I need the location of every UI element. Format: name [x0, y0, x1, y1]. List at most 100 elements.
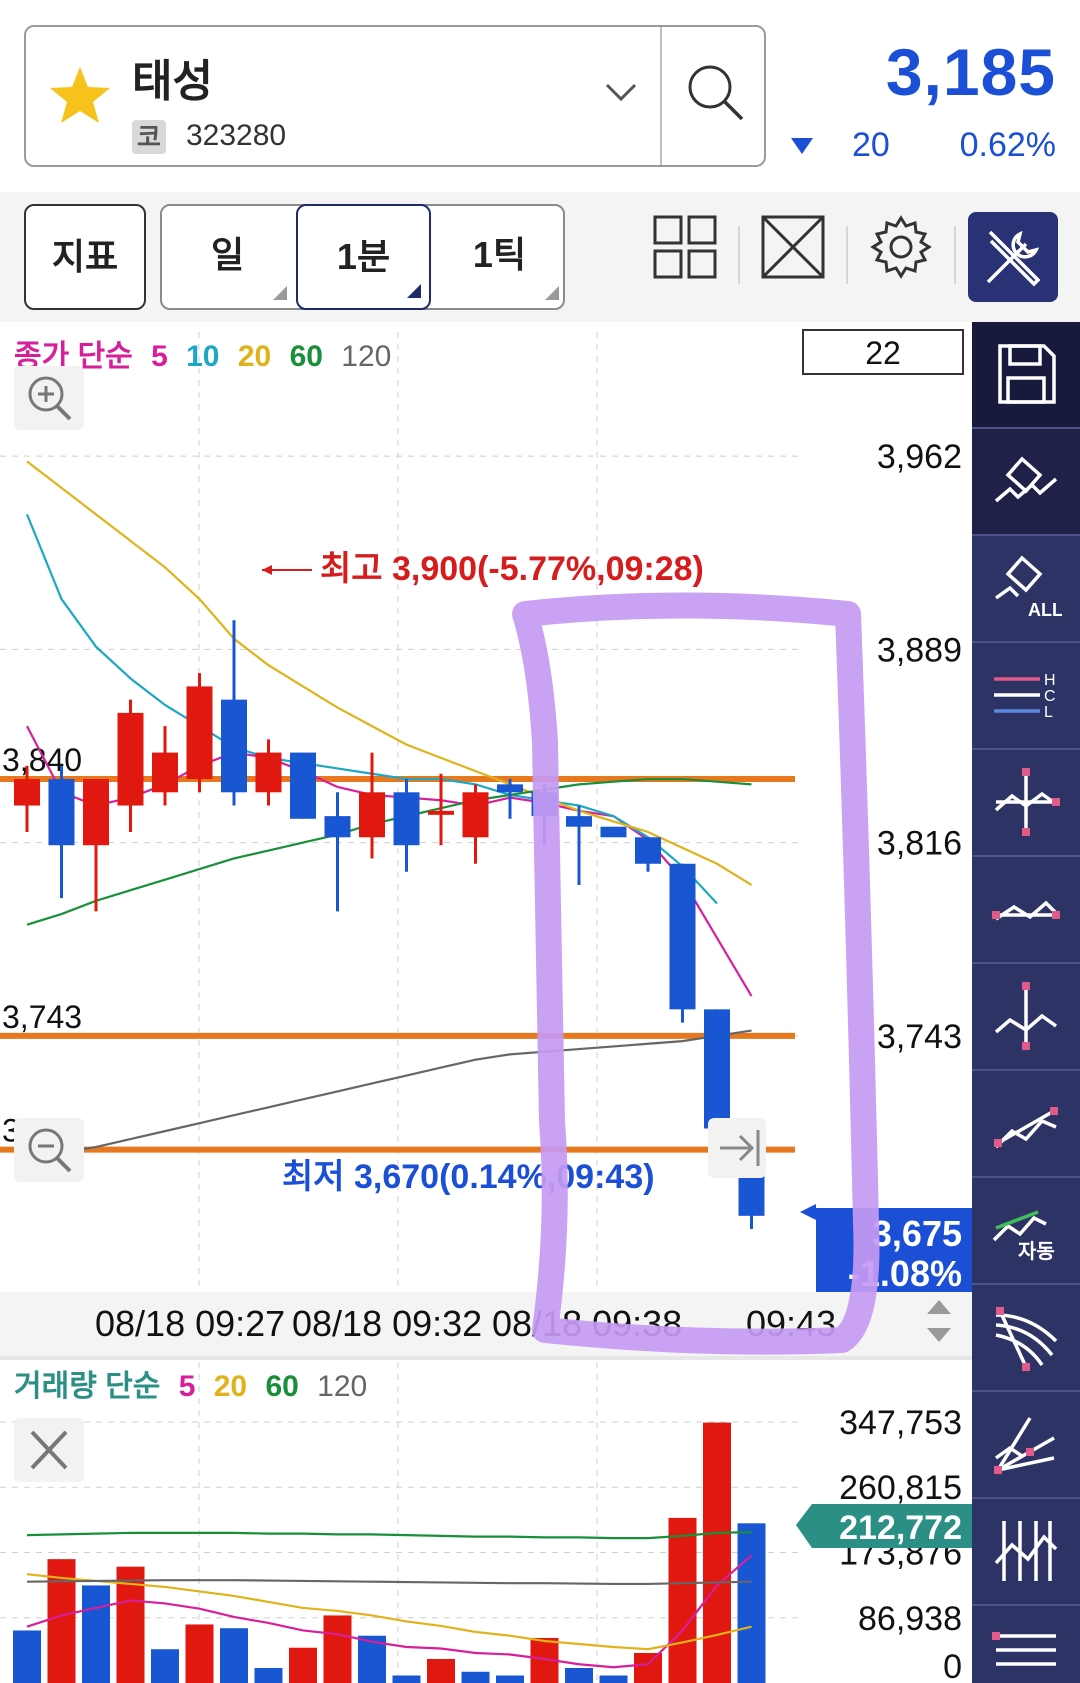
- stock-name: 태성: [132, 57, 213, 106]
- candle-body: [669, 863, 696, 1010]
- stock-selector[interactable]: 태성 코 323280: [24, 25, 766, 167]
- period-1tick-button[interactable]: 1틱: [432, 204, 567, 310]
- speed-line-icon: [994, 1417, 1055, 1474]
- volume-bar: [668, 1517, 697, 1683]
- stock-code: 323280: [186, 119, 287, 152]
- volume-bar: [565, 1667, 593, 1683]
- trendline-tool[interactable]: [972, 1071, 1080, 1178]
- fan-tool[interactable]: [972, 1285, 1080, 1392]
- drawing-tools-button[interactable]: [968, 212, 1058, 302]
- candle-body: [221, 699, 247, 793]
- price-legend-ma20: 20: [238, 340, 271, 373]
- indicator-button[interactable]: 지표: [24, 204, 146, 310]
- gear-icon[interactable]: [866, 212, 936, 282]
- low-annotation: 최저 3,670(0.14%,09:43): [282, 1158, 764, 1196]
- panel-divider[interactable]: [0, 1356, 972, 1360]
- price-legend-ma120: 120: [341, 340, 391, 373]
- eraser-tool[interactable]: [972, 429, 1080, 536]
- price-legend-ma60: 60: [290, 340, 323, 373]
- trend-icon: [992, 900, 1060, 921]
- candle-body: [152, 752, 178, 793]
- crosshair-tool[interactable]: [972, 750, 1080, 857]
- hcl-c-label: C: [1044, 688, 1056, 705]
- period-1tick-label: 1틱: [472, 234, 527, 275]
- hcl-line-tool[interactable]: H C L: [972, 643, 1080, 750]
- candle-body: [566, 816, 592, 827]
- volume-bar: [82, 1585, 110, 1683]
- chevron-down-icon[interactable]: [604, 79, 638, 105]
- price-change: 20: [852, 126, 890, 164]
- vertical-lines-icon: [994, 1521, 1058, 1581]
- eraser-all-label: ALL: [1028, 600, 1062, 620]
- auto-trend-label: 자동: [1018, 1239, 1055, 1263]
- save-button[interactable]: [972, 322, 1080, 429]
- search-button[interactable]: [662, 27, 766, 165]
- volume-bar: [496, 1675, 524, 1683]
- candle-body: [462, 792, 489, 838]
- volume-bar: [599, 1675, 628, 1683]
- candle-count-label: 22: [865, 335, 901, 371]
- divider: [954, 226, 956, 284]
- volume-bar: [323, 1615, 352, 1683]
- volume-bar: [289, 1647, 317, 1683]
- volume-legend-ma5: 5: [179, 1370, 196, 1403]
- volume-bar: [427, 1658, 455, 1683]
- horizontal-lines-tool[interactable]: [972, 1606, 1080, 1683]
- candle-body: [186, 686, 213, 780]
- high-annotation-label: 최고 3,900(-5.77%,09:28): [320, 550, 704, 588]
- volume-bar: [461, 1671, 490, 1683]
- candle-body: [497, 784, 523, 793]
- auto-trend-icon: 자동: [992, 1210, 1055, 1263]
- auto-trend-tool[interactable]: 자동: [972, 1178, 1080, 1285]
- scroll-latest-button[interactable]: [708, 1118, 766, 1178]
- period-1min-button[interactable]: 1분: [296, 204, 431, 310]
- volume-bar: [703, 1422, 731, 1683]
- price-y-axis: 3,962 3,889 3,816 3,743: [877, 438, 962, 1056]
- volume-y-tick: 260,815: [839, 1469, 962, 1507]
- drawing-tool-panel: ALL H C L 자동: [972, 322, 1080, 1683]
- speed-line-tool[interactable]: [972, 1392, 1080, 1499]
- market-badge: 코: [132, 120, 166, 154]
- save-icon: [998, 344, 1056, 404]
- volume-bar: [151, 1649, 179, 1683]
- candle-body: [359, 792, 385, 838]
- star-icon[interactable]: [48, 63, 112, 127]
- hcl-l-label: L: [1044, 704, 1053, 721]
- fullscreen-icon[interactable]: [758, 212, 828, 282]
- fan-icon: [995, 1307, 1058, 1371]
- price-change-rate: 0.62%: [959, 126, 1056, 164]
- chart-toolbar: 지표 일 1분 1틱: [0, 192, 1080, 322]
- candle-body: [290, 752, 316, 819]
- horizontal-lines-icon: [992, 1632, 1056, 1666]
- low-annotation-label: 최저 3,670(0.14%,09:43): [282, 1158, 655, 1196]
- horizontal-line-tool[interactable]: [972, 857, 1080, 964]
- corner-triangle-icon: [407, 284, 421, 298]
- layout-grid-icon[interactable]: [650, 212, 720, 282]
- highlight-box: [512, 592, 880, 1355]
- vertical-line-tool[interactable]: [972, 964, 1080, 1071]
- close-icon[interactable]: [14, 1418, 84, 1482]
- volume-legend-ma60: 60: [265, 1370, 298, 1403]
- zoom-in-icon[interactable]: [14, 366, 84, 430]
- current-volume-label: 212,772: [839, 1509, 962, 1547]
- volume-ma-line-60: [26, 1531, 752, 1540]
- chart-canvas[interactable]: 3,8403,7433,700 종가 단순 5 10 20 60 120 22 …: [0, 322, 972, 1683]
- ma-line-120: [26, 1029, 752, 1162]
- eraser-all-icon: ALL: [994, 555, 1062, 620]
- volume-bar: [392, 1675, 421, 1683]
- zoom-out-icon[interactable]: [14, 1118, 84, 1182]
- eraser-all-tool[interactable]: ALL: [972, 536, 1080, 643]
- volume-legend-prefix: 거래량 단순: [14, 1370, 160, 1403]
- period-day-button[interactable]: 일: [160, 204, 295, 310]
- candle-body: [635, 837, 661, 864]
- corner-triangle-icon: [545, 286, 559, 300]
- period-1min-label: 1분: [336, 236, 391, 277]
- volume-legend-ma120: 120: [317, 1370, 367, 1403]
- eraser-icon: [994, 456, 1058, 503]
- hcl-line-icon: H C L: [994, 672, 1056, 721]
- candle-body: [324, 816, 351, 838]
- volume-bar: [254, 1667, 283, 1683]
- price-y-tick: 3,962: [877, 438, 962, 476]
- vertical-lines-tool[interactable]: [972, 1499, 1080, 1606]
- down-triangle-icon: [791, 138, 813, 154]
